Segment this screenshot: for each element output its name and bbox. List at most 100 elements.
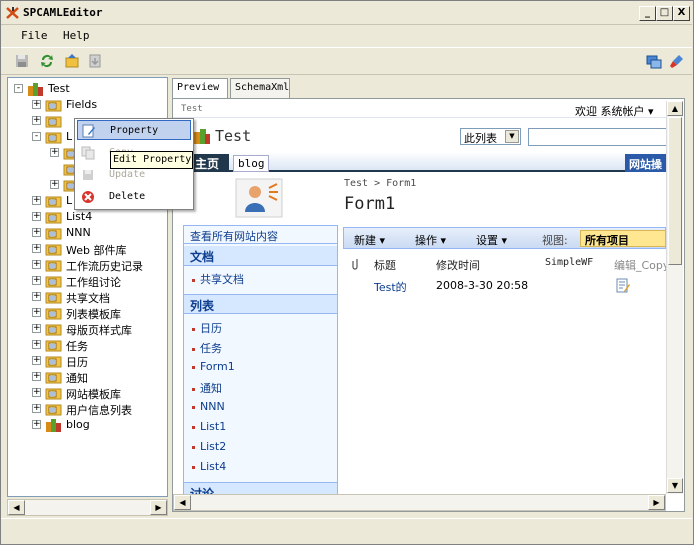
tree-node[interactable]: + 母版页样式库: [32, 321, 167, 337]
expand-toggle[interactable]: +: [32, 196, 41, 205]
expand-toggle[interactable]: +: [50, 148, 59, 157]
expand-toggle[interactable]: +: [32, 340, 41, 349]
search-scope-select[interactable]: 此列表 ▼: [460, 128, 521, 145]
windows-icon[interactable]: [646, 53, 662, 69]
ql-item-list[interactable]: List2: [192, 440, 226, 453]
tree-node[interactable]: + Fields: [32, 97, 167, 113]
tree-node-label: L: [66, 130, 73, 143]
expand-toggle[interactable]: +: [32, 276, 41, 285]
chevron-down-icon[interactable]: ▼: [505, 130, 519, 143]
refresh-icon[interactable]: [39, 53, 55, 69]
column-header-edit-copy[interactable]: 编辑_Copy: [614, 257, 669, 273]
column-header-title[interactable]: 标题: [374, 257, 396, 273]
column-header-modified[interactable]: 修改时间: [436, 257, 480, 273]
tree-node[interactable]: - Test: [14, 81, 167, 97]
tree-node[interactable]: + 工作组讨论: [32, 273, 167, 289]
expand-toggle[interactable]: +: [32, 244, 41, 253]
ql-lists-header[interactable]: 列表: [190, 297, 214, 314]
expand-toggle[interactable]: +: [32, 228, 41, 237]
expand-toggle[interactable]: +: [32, 116, 41, 125]
tree-node[interactable]: + 任务: [32, 337, 167, 353]
tree-node[interactable]: + 用户信息列表: [32, 401, 167, 417]
ql-item-list[interactable]: List4: [192, 460, 226, 473]
expand-toggle[interactable]: +: [50, 180, 59, 189]
sp-welcome-menu[interactable]: 欢迎 系统帐户 ▾: [575, 103, 654, 119]
ql-docs-header[interactable]: 文档: [190, 248, 214, 265]
tree-node[interactable]: + List4: [32, 209, 167, 225]
expand-toggle[interactable]: +: [32, 356, 41, 365]
sp-breadcrumb-site[interactable]: Test: [181, 104, 203, 114]
tree-node[interactable]: + 网站模板库: [32, 385, 167, 401]
list-folder-icon: [45, 100, 62, 112]
save-icon[interactable]: [14, 53, 30, 69]
collapse-toggle[interactable]: -: [14, 84, 23, 93]
tree-node-label: 用户信息列表: [66, 404, 132, 417]
row-title-link[interactable]: Test的: [374, 279, 407, 295]
view-all-content-link[interactable]: 查看所有网站内容: [184, 226, 337, 244]
maximize-button[interactable]: □: [656, 6, 673, 21]
scroll-down-button[interactable]: ▼: [667, 478, 683, 493]
tree-node[interactable]: + 工作流历史记录: [32, 257, 167, 273]
settings-menu[interactable]: 设置 ▾: [476, 232, 507, 248]
tree-node[interactable]: + 通知: [32, 369, 167, 385]
ql-item-list[interactable]: Form1: [192, 360, 235, 373]
new-menu[interactable]: 新建 ▾: [354, 232, 385, 248]
menu-help[interactable]: Help: [63, 29, 90, 42]
edit-doc-icon[interactable]: [615, 278, 631, 294]
tree-node[interactable]: + 共享文档: [32, 289, 167, 305]
tree-node[interactable]: + blog: [32, 417, 167, 433]
ql-item-list[interactable]: NNN: [192, 400, 225, 413]
scroll-left-button[interactable]: ◀: [174, 495, 191, 510]
expand-toggle[interactable]: +: [32, 260, 41, 269]
scroll-thumb[interactable]: [668, 117, 682, 265]
scroll-right-button[interactable]: ▶: [648, 495, 665, 510]
ql-item-list[interactable]: 日历: [192, 320, 222, 336]
ql-item-list[interactable]: 通知: [192, 380, 222, 396]
collapse-toggle[interactable]: -: [32, 132, 41, 141]
view-select[interactable]: 所有项目: [580, 230, 666, 247]
tree-node[interactable]: + 列表模板库: [32, 305, 167, 321]
actions-menu[interactable]: 操作 ▾: [415, 232, 446, 248]
ql-item-list[interactable]: 任务: [192, 340, 222, 356]
tree-node[interactable]: + 日历: [32, 353, 167, 369]
expand-toggle[interactable]: +: [32, 100, 41, 109]
nav-tab-home[interactable]: 主页: [191, 154, 229, 172]
tree-node[interactable]: + Web 部件库: [32, 241, 167, 257]
close-button[interactable]: X: [673, 6, 690, 21]
site-actions-menu[interactable]: 网站操: [625, 154, 671, 172]
bullet-icon: [192, 327, 195, 331]
scroll-right-button[interactable]: ▶: [150, 500, 167, 515]
tab-preview[interactable]: Preview: [172, 78, 228, 99]
ql-item-shared-docs[interactable]: 共享文档: [192, 271, 244, 287]
expand-toggle[interactable]: +: [32, 324, 41, 333]
page-breadcrumb[interactable]: Test > Form1: [344, 178, 416, 189]
scroll-up-button[interactable]: ▲: [667, 101, 683, 116]
expand-toggle[interactable]: +: [32, 292, 41, 301]
tab-schemaxml[interactable]: SchemaXml: [230, 78, 290, 98]
brush-icon[interactable]: [669, 53, 685, 69]
minimize-button[interactable]: _: [639, 6, 656, 21]
expand-toggle[interactable]: +: [32, 372, 41, 381]
menu-item-delete[interactable]: Delete: [77, 187, 191, 207]
list-folder-icon: [45, 116, 62, 128]
open-folder-icon[interactable]: [64, 53, 80, 69]
ql-item-list[interactable]: List1: [192, 420, 226, 433]
export-icon[interactable]: [87, 53, 103, 69]
expand-toggle[interactable]: +: [32, 308, 41, 317]
tree-hscrollbar[interactable]: ◀ ▶: [7, 499, 168, 516]
expand-toggle[interactable]: +: [32, 212, 41, 221]
expand-toggle[interactable]: +: [32, 388, 41, 397]
scroll-left-button[interactable]: ◀: [8, 500, 25, 515]
nav-tab-blog[interactable]: blog: [233, 155, 269, 172]
expand-toggle[interactable]: +: [32, 404, 41, 413]
menu-item-property[interactable]: Property: [77, 120, 191, 140]
site-title[interactable]: Test: [215, 127, 251, 145]
tree-node[interactable]: + NNN: [32, 225, 167, 241]
menu-file[interactable]: File: [21, 29, 48, 42]
search-input[interactable]: [528, 128, 668, 146]
preview-vscrollbar[interactable]: ▲ ▼: [666, 101, 683, 494]
sp-top-bar: Test 欢迎 系统帐户 ▾: [173, 101, 666, 118]
expand-toggle[interactable]: +: [32, 420, 41, 429]
column-header-simplewf[interactable]: SimpleWF: [545, 257, 593, 268]
preview-hscrollbar[interactable]: ◀ ▶: [173, 494, 666, 511]
